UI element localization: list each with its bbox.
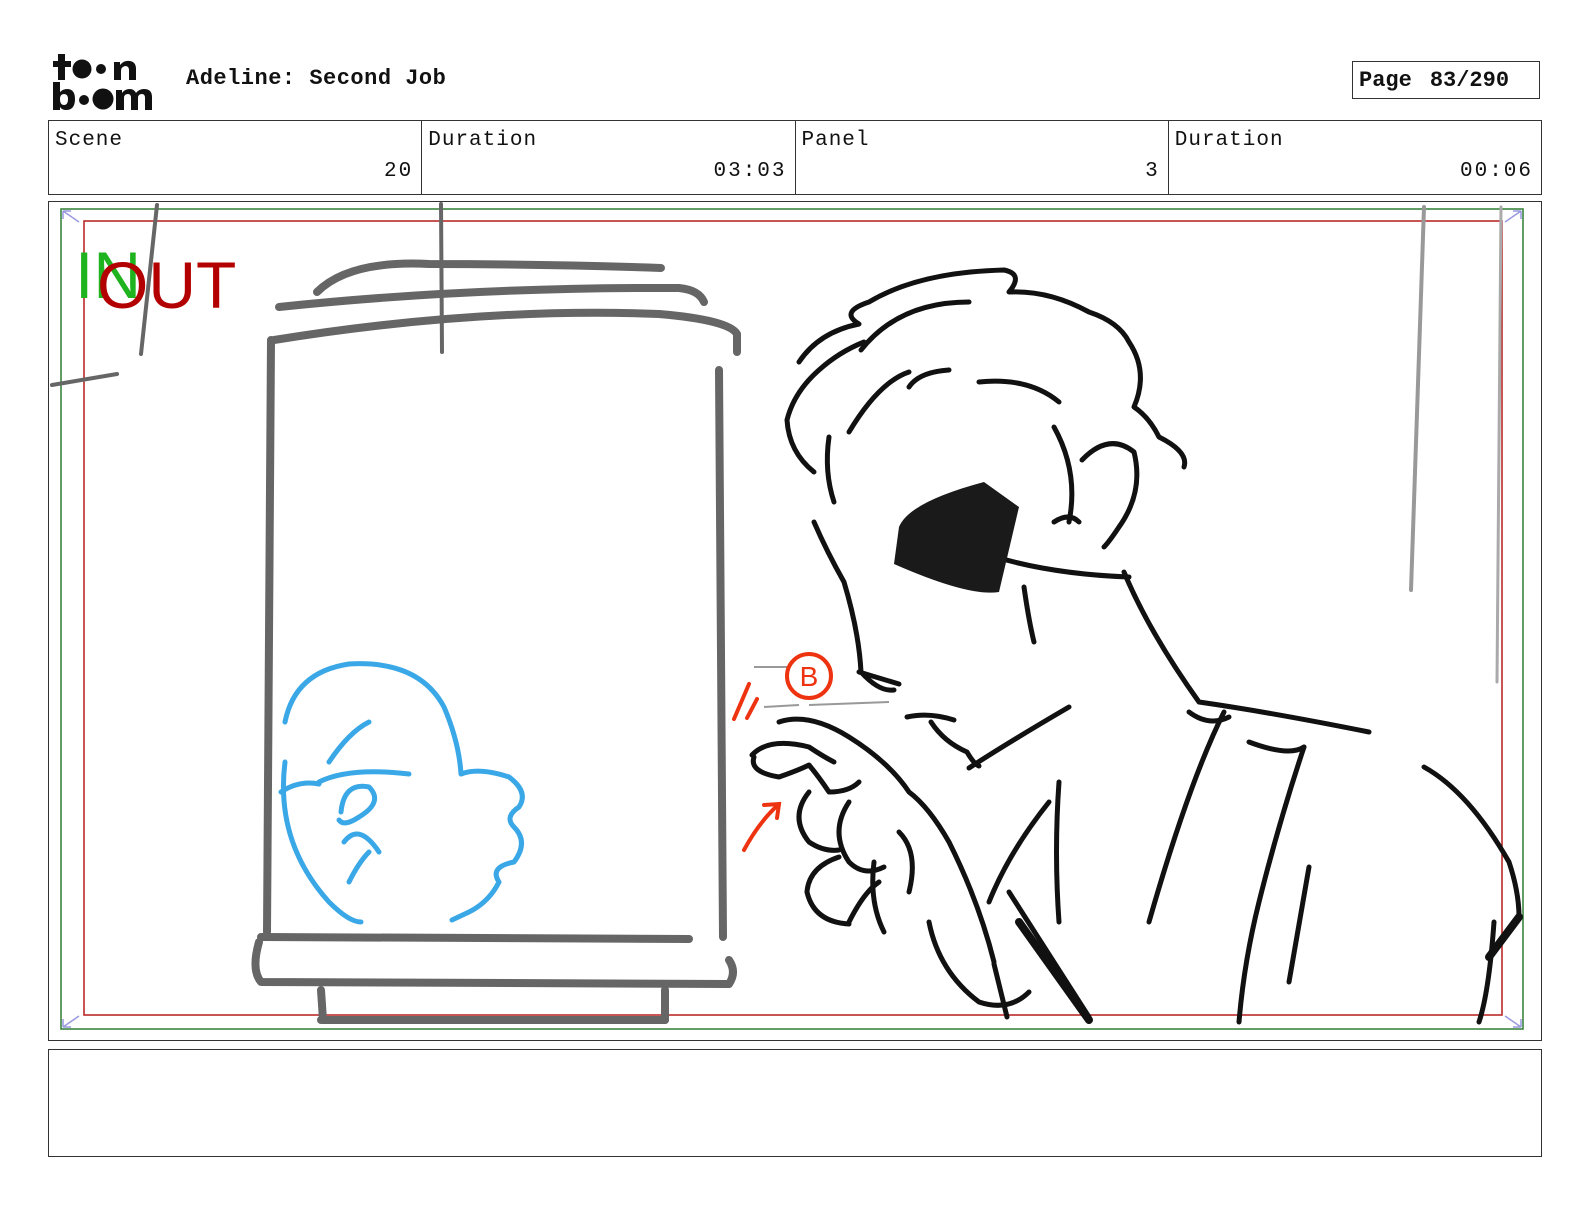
project-title: Adeline: Second Job <box>186 66 447 91</box>
panel-duration-label: Duration <box>1174 129 1284 152</box>
sunglasses-lens <box>894 482 1019 593</box>
scene-cell: Scene 20 <box>49 121 423 194</box>
page-number: 83/290 <box>1429 67 1510 93</box>
panel-cell: Panel 3 <box>796 121 1169 194</box>
cabinet-sketch <box>251 259 741 1024</box>
character-sketch <box>278 661 525 925</box>
panel-label: Panel <box>801 129 870 152</box>
panel-duration-cell: Duration 00:06 <box>1169 121 1541 194</box>
panel-drawing: B IN OUT <box>50 202 1524 1030</box>
panel-info-table: Scene 20 Duration 03:03 Panel 3 Duration… <box>48 120 1542 195</box>
panel-duration-value: 00:06 <box>1459 160 1533 183</box>
annotation-letter: B <box>800 661 819 692</box>
shading-strokes <box>1015 913 1523 1024</box>
out-marker: OUT <box>97 248 236 322</box>
scene-duration-value: 03:03 <box>713 160 787 183</box>
scene-duration-cell: Duration 03:03 <box>422 121 796 194</box>
page-label: Page <box>1359 67 1412 93</box>
scene-value: 20 <box>384 160 414 183</box>
caption-box <box>48 1049 1542 1157</box>
scene-duration-label: Duration <box>428 129 538 152</box>
man-sketch <box>749 267 1522 1025</box>
scene-label: Scene <box>55 129 124 152</box>
storyboard-panel: B IN OUT <box>48 201 1542 1041</box>
toon-boom-logo <box>52 52 164 112</box>
panel-value: 3 <box>1145 160 1160 183</box>
page-indicator: Page 83/290 <box>1352 61 1540 99</box>
